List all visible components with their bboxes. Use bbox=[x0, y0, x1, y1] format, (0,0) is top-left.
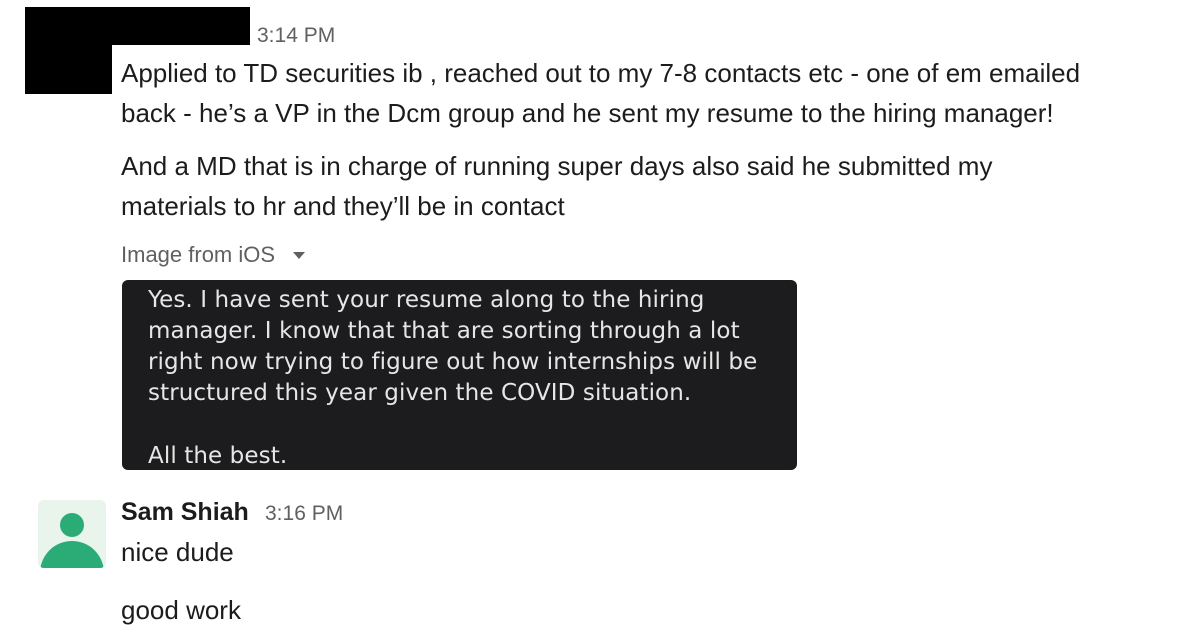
image-line: Yes. I have sent your resume along to th… bbox=[148, 287, 705, 313]
message-timestamp[interactable]: 3:16 PM bbox=[265, 503, 343, 524]
redacted-name bbox=[25, 7, 250, 45]
message-timestamp[interactable]: 3:14 PM bbox=[257, 25, 335, 46]
caret-down-icon[interactable] bbox=[293, 251, 306, 259]
reply-message: good work bbox=[121, 595, 241, 625]
image-line: manager. I know that that are sorting th… bbox=[148, 318, 740, 344]
image-line: right now trying to figure out how inter… bbox=[148, 349, 758, 375]
message-line: materials to hr and they’ll be in contac… bbox=[121, 191, 565, 221]
avatar[interactable] bbox=[38, 500, 106, 568]
message-text: And a MD that is in charge of running su… bbox=[121, 146, 992, 226]
user-icon-body bbox=[40, 541, 104, 568]
image-content: Yes. I have sent your resume along to th… bbox=[148, 285, 771, 470]
author-name[interactable]: Sam Shiah bbox=[121, 495, 249, 529]
image-signoff: All the best. bbox=[148, 443, 288, 469]
attachment-label: Image from iOS bbox=[121, 242, 276, 267]
reply-message: nice dude bbox=[121, 537, 234, 567]
image-attachment[interactable]: Yes. I have sent your resume along to th… bbox=[122, 280, 797, 470]
message-line: back - he’s a VP in the Dcm group and he… bbox=[121, 98, 1054, 128]
attachment-toggle[interactable]: Image from iOS bbox=[121, 240, 306, 270]
image-line: structured this year given the COVID sit… bbox=[148, 380, 692, 406]
message-text: Applied to TD securities ib , reached ou… bbox=[121, 53, 1080, 133]
message-line: And a MD that is in charge of running su… bbox=[121, 151, 993, 181]
user-icon-head bbox=[60, 513, 84, 537]
message-line: Applied to TD securities ib , reached ou… bbox=[121, 58, 1081, 88]
